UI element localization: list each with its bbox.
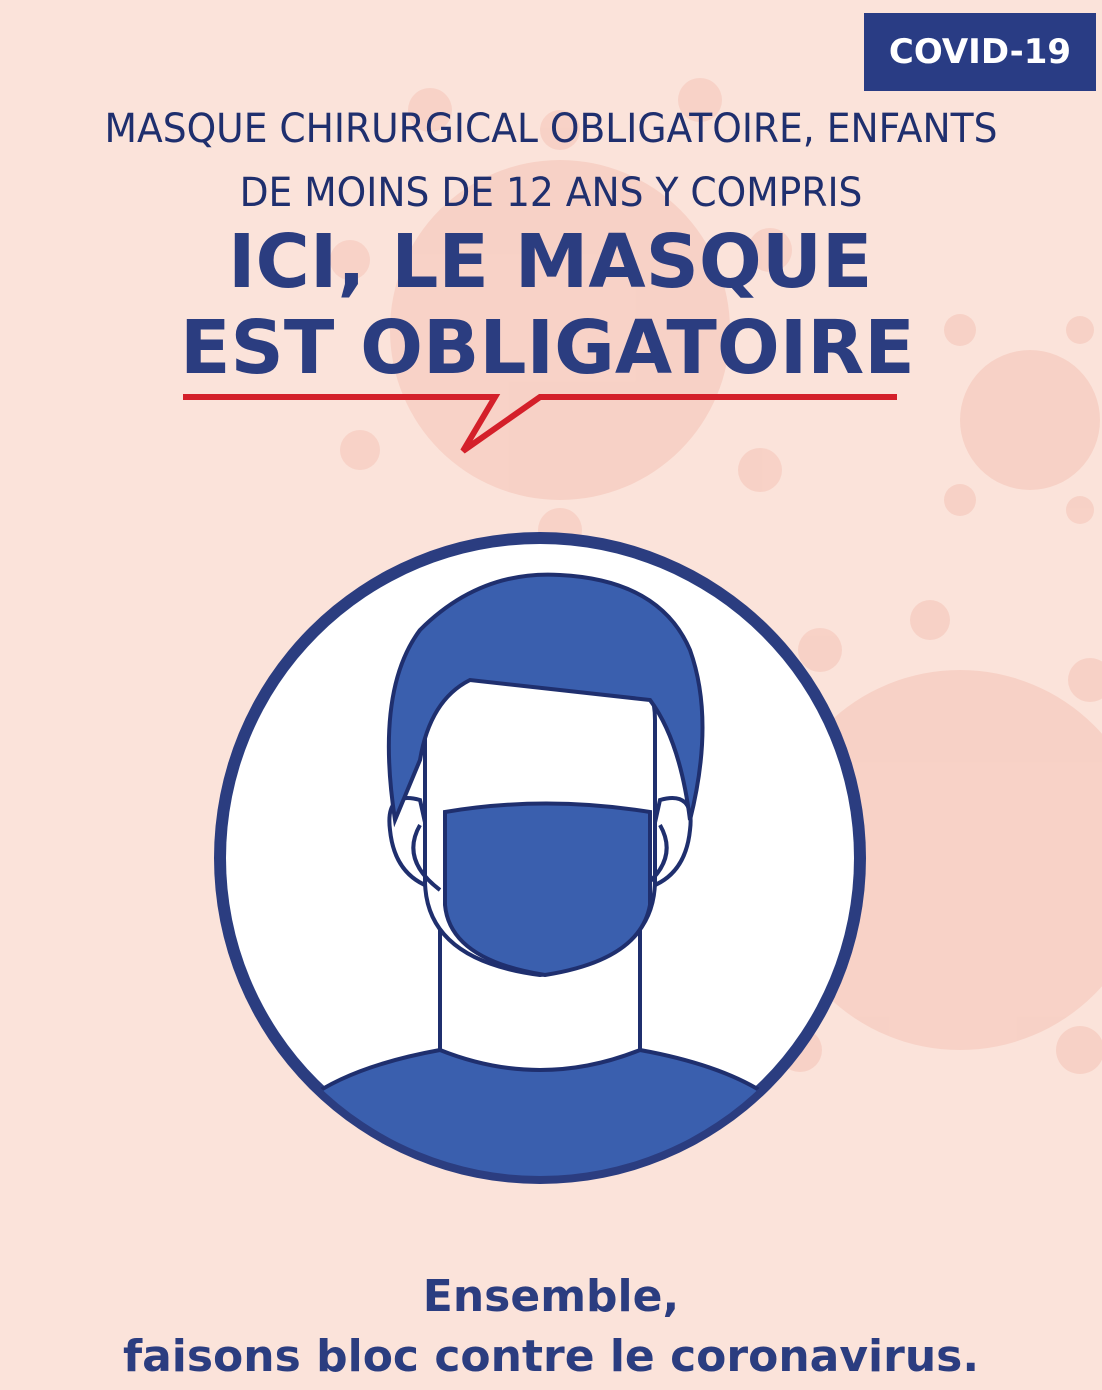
footer-line-1: Ensemble, [422,1271,680,1322]
poster-graphics [183,394,897,1184]
speech-bubble-underline [183,394,897,454]
footer-line-2: faisons bloc contre le coronavirus. [122,1331,980,1382]
masked-person-icon [214,532,866,1184]
